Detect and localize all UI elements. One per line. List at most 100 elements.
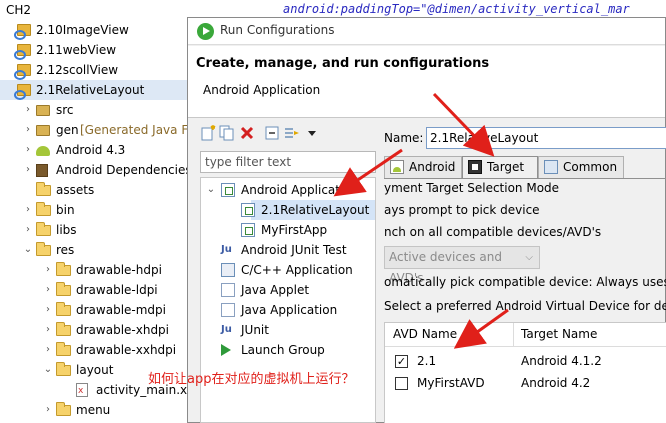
tree-item[interactable]: 2.10ImageView [0, 20, 192, 40]
chevron-right-icon[interactable]: › [42, 260, 54, 280]
auto-pick-option[interactable]: omatically pick compatible device: Alway… [384, 275, 666, 289]
tree-item[interactable]: › libs [0, 220, 192, 240]
junit-icon: Ju [221, 324, 232, 335]
tree-item[interactable]: ⌄ res [0, 240, 192, 260]
tree-item[interactable]: assets [0, 180, 192, 200]
column-divider[interactable] [513, 323, 514, 347]
junit-icon: Ju [221, 244, 232, 255]
tree-item[interactable]: 2.12scollView [0, 60, 192, 80]
android-project-icon [14, 63, 32, 80]
config-tree-item[interactable]: Java Applet [201, 280, 375, 300]
tree-item-decoration: [Generated Java File [80, 123, 202, 137]
chevron-down-icon[interactable] [304, 125, 320, 141]
tree-item[interactable]: 2.1RelativeLayout [0, 80, 192, 100]
config-tree-item[interactable]: MyFirstApp [201, 220, 375, 240]
tree-item[interactable]: › Android Dependencies [0, 160, 192, 180]
config-tree-item-label: Launch Group [241, 343, 325, 357]
tree-item[interactable]: › menu [0, 400, 192, 420]
target-tab-content: yment Target Selection Mode ays prompt t… [384, 178, 666, 423]
chevron-down-icon[interactable]: ⌄ [205, 180, 217, 200]
config-tree-item[interactable]: Java Application [201, 300, 375, 320]
chevron-right-icon[interactable]: › [42, 300, 54, 320]
chevron-right-icon[interactable]: › [42, 340, 54, 360]
collapse-all-icon[interactable] [264, 125, 280, 141]
col-target-name[interactable]: Target Name [521, 327, 597, 341]
config-tree-item[interactable]: Ju JUnit [201, 320, 375, 340]
launch-all-option[interactable]: nch on all compatible devices/AVD's [384, 225, 601, 239]
chevron-right-icon[interactable]: › [22, 140, 34, 160]
tab-common-label: Common [563, 160, 618, 174]
config-tree-item-label: C/C++ Application [241, 263, 353, 277]
chevron-right-icon[interactable]: › [42, 320, 54, 340]
avd-name-cell: MyFirstAVD [417, 376, 485, 390]
chevron-right-icon[interactable]: › [22, 160, 34, 180]
tree-item[interactable]: › gen [Generated Java File [0, 120, 201, 140]
tree-item[interactable]: › drawable-xxhdpi [0, 340, 192, 360]
chevron-down-icon[interactable]: ⌄ [22, 240, 34, 260]
avd-table: AVD Name Target Name ✓ 2.1 Android 4.1.2 My… [384, 322, 666, 423]
avd-target-cell: Android 4.2 [521, 376, 591, 390]
tree-item[interactable]: › src [0, 100, 192, 120]
dialog-titlebar[interactable]: Run Configurations [188, 18, 665, 45]
header-title: Create, manage, and run configurations [196, 56, 490, 71]
common-tab-icon [544, 160, 558, 174]
chevron-right-icon[interactable]: › [42, 400, 54, 420]
config-tree-item[interactable]: C/C++ Application [201, 260, 375, 280]
android-project-icon [14, 83, 32, 100]
new-config-icon[interactable] [200, 125, 216, 141]
run-configurations-dialog: Run Configurations Create, manage, and r… [187, 17, 666, 423]
tab-target-label: Target [487, 160, 525, 174]
config-item-icon [241, 203, 255, 217]
dialog-header: Create, manage, and run configurations A… [188, 46, 665, 118]
avd-checkbox[interactable]: ✓ [395, 355, 408, 368]
delete-config-icon[interactable] [239, 125, 255, 141]
avd-target-cell: Android 4.1.2 [521, 354, 602, 368]
folder-icon [56, 262, 71, 276]
tree-root-label: CH2 [6, 3, 32, 17]
name-label: Name: [384, 131, 424, 145]
tree-item[interactable]: › drawable-mdpi [0, 300, 192, 320]
chevron-right-icon[interactable]: › [22, 120, 34, 140]
col-avd-name[interactable]: AVD Name [393, 327, 457, 341]
device-dropdown[interactable]: Active devices and AVD's ⌵ [384, 246, 540, 285]
filter-input[interactable] [201, 152, 375, 172]
duplicate-config-icon[interactable] [219, 125, 235, 141]
config-tree-item[interactable]: ⌄ Android Applicat [201, 180, 375, 200]
folder-icon [36, 202, 51, 216]
tab-target[interactable]: Target [462, 156, 538, 179]
config-tree-item[interactable]: Ju Android JUnit Test [201, 240, 375, 260]
avd-checkbox[interactable] [395, 377, 408, 390]
tree-item-label: src [56, 103, 74, 117]
config-tree-item[interactable]: Launch Group [201, 340, 375, 360]
tree-item-label: Android Dependencies [56, 163, 192, 177]
tree-item-label: drawable-xhdpi [76, 323, 170, 337]
tree-item-label: 2.1RelativeLayout [36, 83, 145, 97]
tree-item[interactable]: › drawable-hdpi [0, 260, 192, 280]
tree-item[interactable]: › Android 4.3 [0, 140, 192, 160]
tab-android[interactable]: Android [384, 156, 462, 178]
tree-item[interactable]: › drawable-ldpi [0, 280, 192, 300]
tree-item-label: res [56, 243, 75, 257]
tree-item[interactable]: › bin [0, 200, 192, 220]
android-project-icon [14, 43, 32, 60]
avd-table-row[interactable]: ✓ 2.1 Android 4.1.2 [385, 351, 666, 373]
filter-configs-icon[interactable] [284, 125, 300, 141]
name-input[interactable] [427, 128, 666, 148]
tree-item[interactable]: › drawable-xhdpi [0, 320, 192, 340]
target-mode-label: yment Target Selection Mode [384, 181, 560, 195]
tree-item-label: menu [76, 403, 111, 417]
avd-table-row[interactable]: MyFirstAVD Android 4.2 [385, 373, 666, 395]
tab-common[interactable]: Common [538, 156, 624, 178]
android-tab-icon [390, 160, 404, 174]
always-prompt-option[interactable]: ays prompt to pick device [384, 203, 540, 217]
xml-file-icon [76, 381, 88, 401]
tree-item-label: gen [56, 123, 79, 137]
chevron-right-icon[interactable]: › [22, 220, 34, 240]
chevron-down-icon[interactable]: ⌄ [42, 360, 54, 380]
chevron-right-icon[interactable]: › [22, 100, 34, 120]
chevron-right-icon[interactable]: › [22, 200, 34, 220]
chevron-right-icon[interactable]: › [42, 280, 54, 300]
tree-item[interactable]: 2.11webView [0, 40, 192, 60]
config-tree-item[interactable]: 2.1RelativeLayout [241, 200, 375, 220]
name-field [426, 127, 666, 149]
